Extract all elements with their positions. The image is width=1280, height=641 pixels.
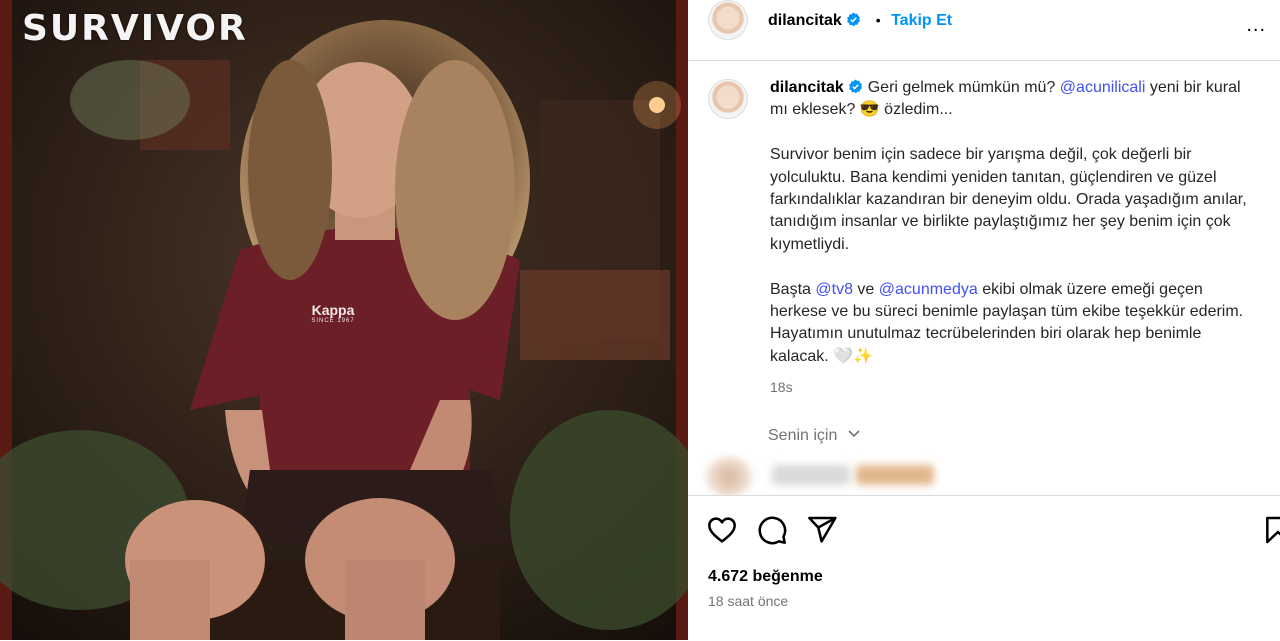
blurred-comment <box>702 457 942 495</box>
blurred-username <box>772 465 850 485</box>
bookmark-icon[interactable] <box>1262 514 1280 546</box>
post-image[interactable]: SURVIVOR Kappa SINCE 1967 <box>0 0 688 640</box>
shirt-brand-text: Kappa <box>311 302 355 318</box>
mention-link[interactable]: @tv8 <box>815 281 853 298</box>
blurred-avatar <box>706 457 752 495</box>
mention-link[interactable]: @acunmedya <box>879 281 978 298</box>
for-you-label: Senin için <box>768 427 838 444</box>
verified-badge-icon <box>849 79 863 94</box>
caption-avatar[interactable] <box>708 79 748 119</box>
caption-line1-pre: Geri gelmek mümkün mü? <box>867 79 1056 96</box>
caption-paragraph-2: Survivor benim için sadece bir yarışma d… <box>770 146 1247 253</box>
header-username[interactable]: dilancitak <box>768 12 842 29</box>
caption-username[interactable]: dilancitak <box>770 79 844 96</box>
caption-paragraph-3: Başta @tv8 ve @acunmedya ekibi olmak üze… <box>770 279 1250 369</box>
heart-icon[interactable] <box>706 514 738 546</box>
separator-dot: • <box>875 12 881 28</box>
header-user: dilancitak • Takip Et <box>768 10 952 31</box>
caption-timestamp[interactable]: 18s <box>770 379 793 395</box>
caption-paragraph-1: dilancitak Geri gelmek mümkün mü? @acuni… <box>770 77 1250 122</box>
for-you-filter[interactable]: Senin için <box>768 427 860 445</box>
more-options-icon[interactable]: ... <box>1246 14 1266 37</box>
avatar[interactable] <box>708 0 748 40</box>
chevron-down-icon <box>848 430 860 438</box>
action-bar: 4.672 beğenme 18 saat önce <box>688 495 1280 641</box>
blurred-text <box>856 465 934 485</box>
survivor-logo: SURVIVOR <box>22 8 248 49</box>
shirt-since-text: SINCE 1967 <box>311 318 355 324</box>
like-count[interactable]: 4.672 beğenme <box>708 568 823 586</box>
share-icon[interactable] <box>806 514 838 546</box>
caption-scroll-area[interactable]: dilancitak Geri gelmek mümkün mü? @acuni… <box>688 61 1280 495</box>
verified-badge-icon <box>847 12 861 27</box>
follow-button[interactable]: Takip Et <box>891 12 952 29</box>
caption-text: dilancitak Geri gelmek mümkün mü? @acuni… <box>770 77 1250 368</box>
comment-icon[interactable] <box>756 514 788 546</box>
caption-text-segment: ve <box>857 280 875 298</box>
shirt-logo: Kappa SINCE 1967 <box>298 300 368 324</box>
post-date[interactable]: 18 saat önce <box>708 593 788 609</box>
post-header: dilancitak • Takip Et ... <box>688 0 1280 61</box>
mention-link[interactable]: @acunilicali <box>1060 79 1146 96</box>
post-side-panel: dilancitak • Takip Et ... dilancitak Ger… <box>688 0 1280 640</box>
caption-text-segment: Başta <box>770 280 811 298</box>
